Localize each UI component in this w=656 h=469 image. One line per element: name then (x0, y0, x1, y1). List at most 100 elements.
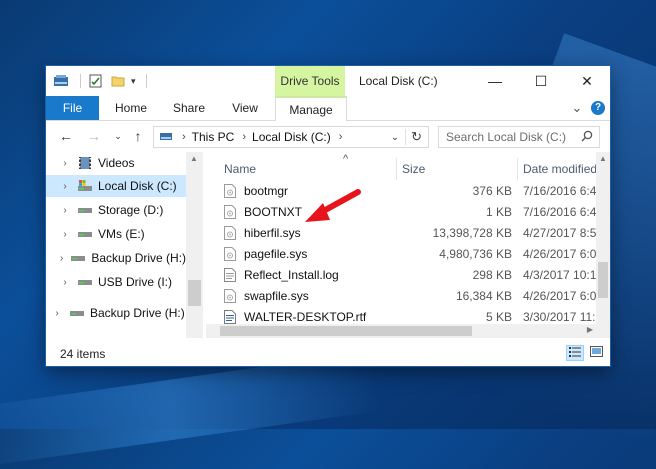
nav-item-label: Backup Drive (H:) (90, 306, 185, 320)
chevron-right-icon[interactable]: › (60, 253, 63, 264)
address-bar[interactable]: › This PC › Local Disk (C:) › ⌄ ↻ (153, 126, 429, 148)
search-box[interactable]: Search Local Disk (C:) (438, 126, 600, 148)
file-row[interactable]: pagefile.sys 4,980,736 KB 4/26/2017 6:0 (206, 244, 596, 265)
tab-home[interactable]: Home (108, 96, 154, 120)
file-row[interactable]: Reflect_Install.log 298 KB 4/3/2017 10:1 (206, 265, 596, 286)
up-button[interactable]: ↑ (128, 127, 148, 145)
nav-item-backup-drive-h-removable[interactable]: › Backup Drive (H:) (46, 302, 186, 324)
file-row[interactable]: BOOTNXT 1 KB 7/16/2016 6:4 (206, 202, 596, 223)
file-name: pagefile.sys (244, 247, 308, 261)
file-date-modified: 7/16/2016 6:4 (523, 184, 596, 198)
file-name: BOOTNXT (244, 205, 303, 219)
tab-view[interactable]: View (224, 96, 266, 120)
chevron-right-icon[interactable]: › (60, 181, 70, 192)
file-size: 1 KB (485, 205, 512, 219)
file-date-modified: 7/16/2016 6:4 (523, 205, 596, 219)
minimize-button[interactable]: — (472, 66, 518, 96)
nav-item-storage-d[interactable]: › Storage (D:) (46, 199, 186, 221)
drive-icon (78, 203, 92, 217)
file-list-horizontal-scroll-thumb[interactable] (220, 326, 472, 336)
desktop-light-beam (0, 351, 383, 469)
window-title: Local Disk (C:) (359, 74, 438, 88)
scroll-up-arrow-icon[interactable]: ▲ (190, 154, 198, 163)
nav-item-backup-drive-h[interactable]: › Backup Drive (H:) (46, 247, 186, 269)
item-count: 24 items (60, 347, 106, 361)
chevron-right-icon[interactable]: › (52, 308, 62, 319)
file-size: 298 KB (472, 268, 512, 282)
file-list-horizontal-scrollbar[interactable]: ▶ (206, 324, 596, 338)
new-folder-icon[interactable] (111, 74, 125, 88)
expand-ribbon-icon[interactable]: ⌄ (570, 96, 584, 120)
file-date-modified: 4/26/2017 6:0 (523, 247, 596, 261)
file-name: swapfile.sys (244, 289, 309, 303)
nav-item-usb-drive-i[interactable]: › USB Drive (I:) (46, 271, 186, 293)
forward-button[interactable]: → (84, 127, 104, 145)
large-icons-view-button[interactable] (587, 345, 605, 361)
document-file-icon (224, 310, 236, 324)
file-list: Name ^ Size Date modified bootmgr 376 KB 7… (206, 152, 596, 338)
file-name: WALTER-DESKTOP.rtf (244, 310, 367, 324)
customize-toolbar-icon[interactable]: ▾ (131, 76, 136, 87)
refresh-icon[interactable]: ↻ (405, 129, 422, 145)
navigation-pane-scrollbar[interactable]: ▲ (186, 152, 203, 338)
chevron-right-icon[interactable]: › (60, 205, 70, 216)
nav-item-label: Backup Drive (H:) (91, 251, 186, 265)
system-file-icon (224, 226, 236, 240)
file-name: hiberfil.sys (244, 226, 301, 240)
column-divider[interactable] (517, 158, 518, 180)
file-row[interactable]: bootmgr 376 KB 7/16/2016 6:4 (206, 181, 596, 202)
column-divider[interactable] (396, 158, 397, 180)
system-file-icon (224, 289, 236, 303)
navigation-pane-scroll-thumb[interactable] (188, 280, 201, 306)
tab-manage[interactable]: Manage (275, 96, 347, 122)
drive-icon (70, 306, 84, 320)
address-history-chevron-icon[interactable]: ⌄ (391, 132, 399, 143)
nav-item-label: Storage (D:) (98, 203, 164, 217)
column-header-size[interactable]: Size (402, 152, 512, 180)
properties-icon[interactable] (89, 74, 103, 88)
details-view-icon (569, 346, 581, 360)
scroll-right-arrow-icon[interactable]: ▶ (587, 325, 593, 334)
column-header-date-modified[interactable]: Date modified (523, 152, 596, 180)
breadcrumb-separator-icon[interactable]: › (242, 131, 246, 143)
file-date-modified: 4/27/2017 8:5 (523, 226, 596, 240)
navigation-bar: ← → ⌄ ↑ › This PC › Local Disk (C:) › ⌄ … (46, 121, 610, 151)
file-row[interactable]: hiberfil.sys 13,398,728 KB 4/27/2017 8:5 (206, 223, 596, 244)
file-size: 5 KB (485, 310, 512, 324)
close-button[interactable]: ✕ (564, 66, 610, 96)
details-view-button[interactable] (566, 345, 584, 361)
chevron-right-icon[interactable]: › (60, 277, 70, 288)
file-list-vertical-scroll-thumb[interactable] (598, 262, 608, 298)
breadcrumb-separator-icon[interactable]: › (339, 131, 343, 143)
recent-locations-button[interactable]: ⌄ (108, 127, 128, 145)
scroll-up-arrow-icon[interactable]: ▲ (599, 154, 607, 163)
tab-share[interactable]: Share (166, 96, 212, 120)
file-list-vertical-scrollbar[interactable]: ▲ (596, 152, 610, 338)
maximize-button[interactable]: ☐ (518, 66, 564, 96)
nav-item-label: USB Drive (I:) (98, 275, 173, 289)
close-icon: ✕ (581, 72, 593, 89)
breadcrumb-local-disk[interactable]: Local Disk (C:) (252, 130, 331, 144)
back-button[interactable]: ← (56, 127, 76, 145)
chevron-right-icon[interactable]: › (60, 229, 70, 240)
up-arrow-icon: ↑ (134, 128, 142, 144)
explorer-icon[interactable] (54, 74, 70, 88)
nav-item-vms-e[interactable]: › VMs (E:) (46, 223, 186, 245)
column-header-label: Size (402, 162, 426, 176)
tab-file[interactable]: File (46, 96, 99, 120)
breadcrumb-this-pc[interactable]: This PC (192, 130, 235, 144)
column-header-name[interactable]: Name (224, 152, 394, 180)
ribbon-tabs: File Home Share View Manage ⌄ ? (46, 96, 610, 122)
file-date-modified: 4/26/2017 6:0 (523, 289, 596, 303)
drive-tools-context-tab: Drive Tools (275, 66, 345, 96)
title-bar[interactable]: ▾ Drive Tools Local Disk (C:) — ☐ ✕ (46, 66, 610, 96)
nav-item-local-disk-c[interactable]: › Local Disk (C:) (46, 175, 186, 197)
nav-item-videos[interactable]: › Videos (46, 152, 186, 174)
search-input[interactable]: Search Local Disk (C:) (446, 130, 581, 144)
status-bar: 24 items (46, 342, 610, 366)
chevron-right-icon[interactable]: › (60, 158, 70, 169)
file-row[interactable]: swapfile.sys 16,384 KB 4/26/2017 6:0 (206, 286, 596, 307)
quick-access-toolbar: ▾ (54, 73, 147, 89)
help-button[interactable]: ? (590, 96, 606, 120)
breadcrumb-separator-icon[interactable]: › (182, 131, 186, 143)
